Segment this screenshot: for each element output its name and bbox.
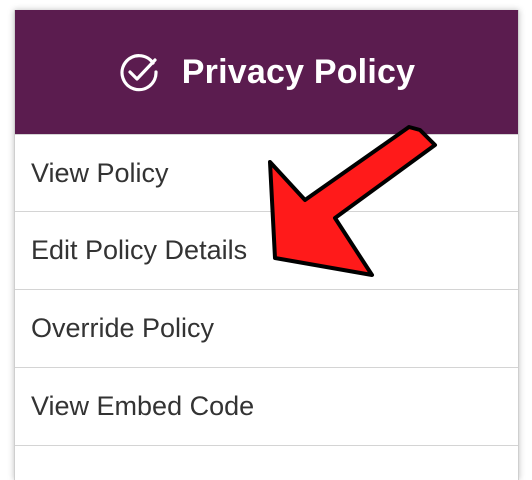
policy-menu: View Policy Edit Policy Details Override… [15, 134, 518, 446]
view-embed-code-menu-item[interactable]: View Embed Code [15, 368, 518, 446]
override-policy-menu-item[interactable]: Override Policy [15, 290, 518, 368]
screenshot-frame: Privacy Policy View Policy Edit Policy D… [0, 0, 532, 480]
panel-title: Privacy Policy [181, 52, 416, 91]
edit-policy-details-menu-item[interactable]: Edit Policy Details [15, 212, 518, 290]
privacy-policy-panel: Privacy Policy View Policy Edit Policy D… [14, 10, 519, 480]
check-circle-icon [118, 51, 160, 93]
view-policy-menu-item[interactable]: View Policy [15, 134, 518, 212]
panel-header: Privacy Policy [15, 10, 518, 134]
